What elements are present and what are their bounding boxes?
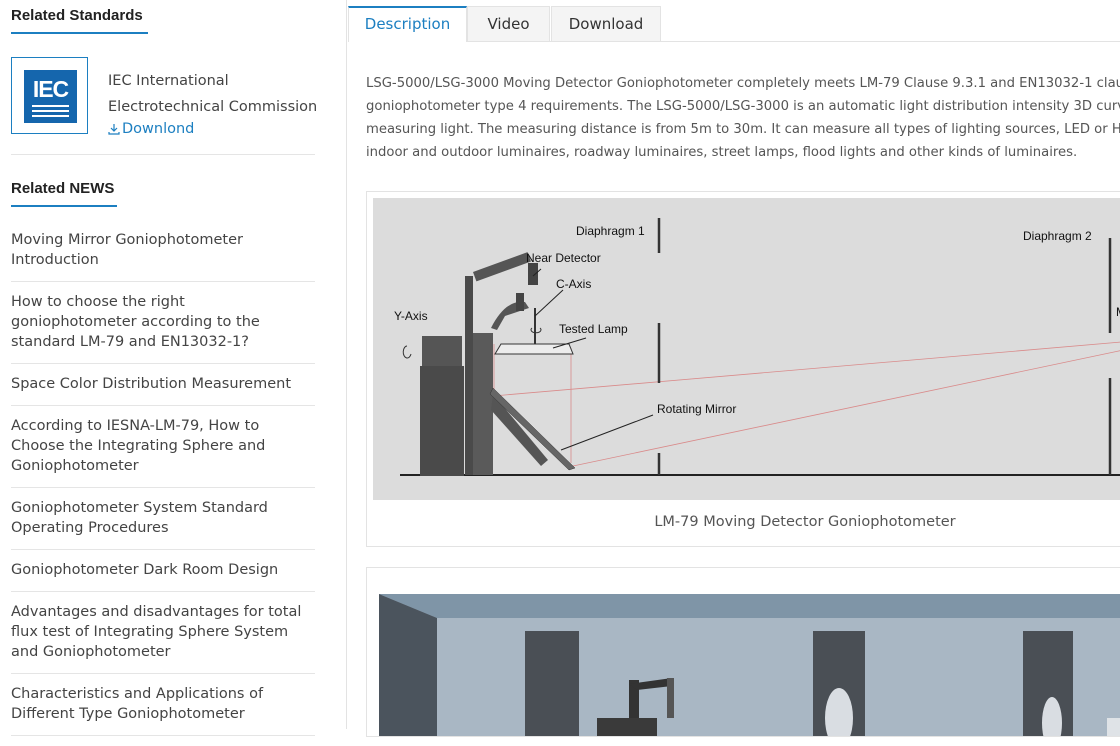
standard-card: IEC IEC International Electrotechnical C… [11,57,318,155]
figure-caption: LM-79 Moving Detector Goniophotometer [654,514,956,530]
goniophotometer-diagram: Diaphragm 1 Diaphragm 2 Near Detector C-… [373,198,1120,500]
darkroom-render-figure [366,567,1120,737]
download-icon [108,124,120,135]
tab-download[interactable]: Download [551,6,661,41]
product-tabs: Description Video Download [348,6,1120,42]
label-tested-lamp: Tested Lamp [559,322,628,336]
iec-logo-frame[interactable]: IEC [11,57,88,134]
related-news-header: Related NEWS [11,180,117,207]
news-item[interactable]: How to choose the right goniophotometer … [11,292,315,364]
news-item[interactable]: Moving Mirror Goniophotometer Introducti… [11,230,315,282]
label-cut-m: M [1116,305,1120,319]
title-underline [11,205,117,207]
standard-name[interactable]: IEC International Electrotechnical Commi… [108,68,318,120]
download-label: Downlond [122,121,195,137]
label-rotating-mirror: Rotating Mirror [657,402,736,416]
news-item[interactable]: Goniophotometer Dark Room Design [11,560,315,592]
news-item[interactable]: According to IESNA-LM-79, How to Choose … [11,416,315,488]
news-item[interactable]: Goniophotometer System Standard Operatin… [11,498,315,550]
iec-logo: IEC [24,70,77,123]
news-list: Moving Mirror Goniophotometer Introducti… [11,230,315,746]
description-line: goniophotometer type 4 requirements. The… [366,99,1120,114]
related-standards-header: Related Standards [11,7,148,34]
related-standards-title: Related Standards [11,7,143,24]
darkroom-render [379,594,1120,736]
tab-description[interactable]: Description [348,6,467,42]
diagram-figure: Diaphragm 1 Diaphragm 2 Near Detector C-… [366,191,1120,547]
label-c-axis: C-Axis [556,277,591,291]
description-line: measuring light. The measuring distance … [366,122,1120,137]
label-diaphragm-1: Diaphragm 1 [576,224,645,238]
title-underline [11,32,148,34]
column-divider [346,0,347,729]
standard-download-link[interactable]: Downlond [108,121,194,137]
label-diaphragm-2: Diaphragm 2 [1023,229,1092,243]
description-line: LSG-5000/LSG-3000 Moving Detector Goniop… [366,76,1120,91]
tab-video[interactable]: Video [467,6,550,41]
description-line: indoor and outdoor luminaires, roadway l… [366,145,1078,160]
related-news-title: Related NEWS [11,180,115,197]
label-near-detector: Near Detector [526,251,601,265]
news-item[interactable]: Characteristics and Applications of Diff… [11,684,315,736]
iec-logo-text: IEC [32,76,69,102]
news-item[interactable]: Space Color Distribution Measurement [11,374,315,406]
product-description: LSG-5000/LSG-3000 Moving Detector Goniop… [366,72,1120,164]
label-y-axis: Y-Axis [394,309,428,323]
news-item[interactable]: Advantages and disadvantages for total f… [11,602,315,674]
